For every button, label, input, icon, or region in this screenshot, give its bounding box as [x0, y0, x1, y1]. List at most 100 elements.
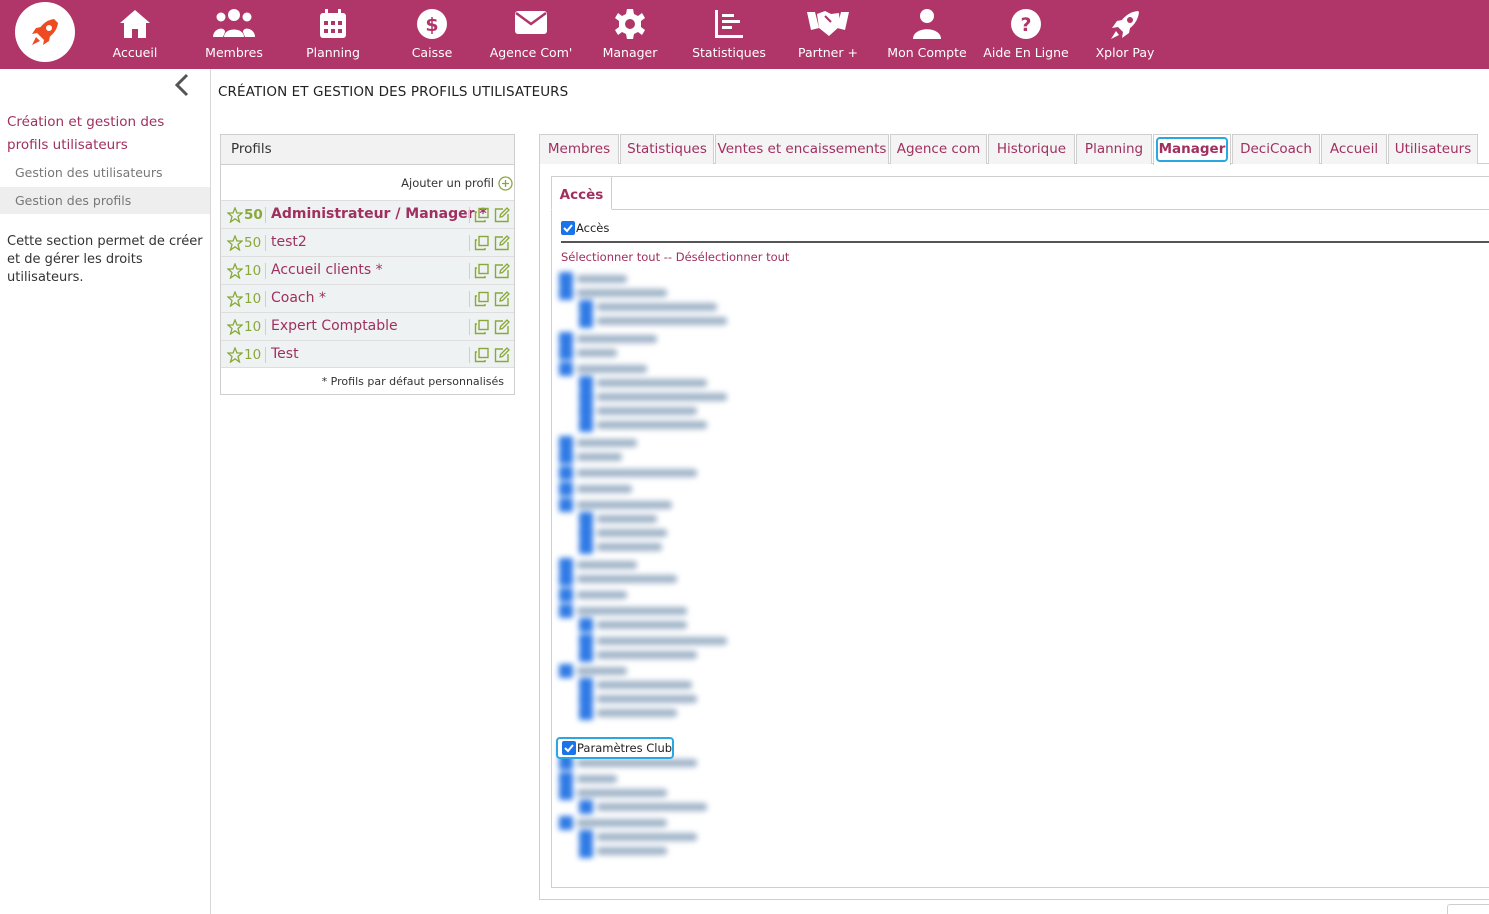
blurred-checkbox — [579, 512, 593, 526]
sidebar-item-gestion-utilisateurs[interactable]: Gestion des utilisateurs — [0, 159, 210, 186]
tab-label: Agence com — [896, 141, 981, 157]
star-icon — [227, 347, 243, 363]
tab-accueil[interactable]: Accueil — [1321, 134, 1387, 164]
edit-icon[interactable] — [494, 263, 510, 279]
star-icon — [227, 263, 243, 279]
nav-xplor-pay[interactable]: Xplor Pay — [1077, 0, 1173, 69]
nav-partner[interactable]: Partner + — [780, 0, 876, 69]
blurred-label — [577, 453, 622, 461]
selection-links: Sélectionner tout -- Désélectionner tout — [561, 250, 789, 264]
edit-icon[interactable] — [494, 291, 510, 307]
blurred-label — [577, 275, 627, 283]
nav-manager[interactable]: Manager — [582, 0, 678, 69]
blurred-checkbox — [579, 830, 593, 844]
nav-planning[interactable]: Planning — [285, 0, 381, 69]
copy-icon[interactable] — [474, 235, 490, 251]
tab-utilisateurs[interactable]: Utilisateurs — [1388, 134, 1478, 164]
acces-divider — [561, 241, 1489, 243]
profile-row[interactable]: 10 Coach * — [221, 284, 514, 312]
tab-agence-com[interactable]: Agence com — [890, 134, 987, 164]
edit-icon[interactable] — [494, 347, 510, 363]
profile-level: 10 — [244, 263, 262, 279]
nav-aide-en-ligne[interactable]: ? Aide En Ligne — [978, 0, 1074, 69]
nav-mon-compte[interactable]: Mon Compte — [879, 0, 975, 69]
nav-statistiques[interactable]: Statistiques — [681, 0, 777, 69]
add-profile-button[interactable]: Ajouter un profil — [401, 174, 514, 192]
edit-icon[interactable] — [494, 319, 510, 335]
collapse-sidebar-button[interactable] — [172, 73, 192, 97]
copy-icon[interactable] — [474, 347, 490, 363]
tab-manager[interactable]: Manager — [1153, 134, 1231, 165]
blurred-label — [577, 591, 627, 599]
sidebar-item-gestion-profils[interactable]: Gestion des profils — [0, 187, 210, 214]
dollar-icon: $ — [417, 9, 447, 39]
parametres-club-row[interactable]: Paramètres Club — [556, 737, 674, 759]
profile-row[interactable]: 50 test2 — [221, 228, 514, 256]
separator — [469, 263, 470, 279]
copy-icon[interactable] — [474, 207, 490, 223]
blurred-label — [577, 469, 697, 477]
nav-agence-com[interactable]: Agence Com' — [483, 0, 579, 69]
top-nav-bar: Accueil Membres Planning $ Caisse Agence… — [0, 0, 1489, 69]
nav-label: Manager — [602, 45, 658, 60]
copy-icon[interactable] — [474, 319, 490, 335]
tab-decicoach[interactable]: DeciCoach — [1232, 134, 1320, 164]
blurred-checkbox — [579, 706, 593, 720]
profile-name[interactable]: Coach * — [271, 290, 326, 306]
separator — [265, 263, 266, 279]
user-icon — [913, 9, 941, 39]
tab-planning[interactable]: Planning — [1076, 134, 1152, 164]
tab-historique[interactable]: Historique — [988, 134, 1075, 164]
profile-row[interactable]: 50 Administrateur / Manager * — [221, 200, 514, 228]
edit-icon[interactable] — [494, 207, 510, 223]
permissions-panel: Accès Accès Sélectionner tout -- Désélec… — [551, 176, 1489, 888]
blurred-label — [577, 607, 687, 615]
sidebar-title[interactable]: Création et gestion des profils utilisat… — [7, 111, 205, 157]
copy-icon[interactable] — [474, 263, 490, 279]
tab-label: Membres — [547, 141, 611, 157]
tab-label: DeciCoach — [1240, 141, 1312, 157]
nav-caisse[interactable]: $ Caisse — [384, 0, 480, 69]
select-all-link[interactable]: Sélectionner tout — [561, 250, 660, 264]
profile-name[interactable]: Accueil clients * — [271, 262, 383, 278]
profile-name[interactable]: test2 — [271, 234, 307, 250]
subtab-acces[interactable]: Accès — [551, 176, 612, 210]
tab-ventes-encaissements[interactable]: Ventes et encaissements — [715, 134, 889, 164]
profile-name[interactable]: Test — [271, 346, 299, 362]
tab-statistiques[interactable]: Statistiques — [620, 134, 714, 164]
tab-label: Historique — [996, 141, 1067, 157]
profile-name[interactable]: Expert Comptable — [271, 318, 398, 334]
profile-row[interactable]: 10 Test — [221, 340, 514, 368]
nav-label: Planning — [306, 45, 360, 60]
nav-accueil[interactable]: Accueil — [87, 0, 183, 69]
deselect-all-link[interactable]: Désélectionner tout — [676, 250, 790, 264]
blurred-checkbox — [559, 558, 573, 572]
blurred-label — [577, 575, 677, 583]
app-logo[interactable] — [15, 2, 75, 62]
blurred-checkbox — [559, 664, 573, 678]
users-icon — [213, 9, 255, 37]
acces-checkbox[interactable] — [561, 221, 575, 235]
nav-label: Statistiques — [692, 45, 766, 60]
separator — [265, 319, 266, 335]
profile-name[interactable]: Administrateur / Manager * — [271, 206, 487, 222]
profile-row[interactable]: 10 Expert Comptable — [221, 312, 514, 340]
blurred-checkbox — [559, 286, 573, 300]
parametres-club-checkbox[interactable] — [562, 741, 576, 755]
handshake-icon — [807, 11, 849, 36]
blurred-checkbox — [559, 332, 573, 346]
copy-icon[interactable] — [474, 291, 490, 307]
blurred-checkbox — [579, 404, 593, 418]
blurred-label — [577, 819, 667, 827]
profile-row[interactable]: 10 Accueil clients * — [221, 256, 514, 284]
tab-membres[interactable]: Membres — [539, 134, 619, 164]
nav-membres[interactable]: Membres — [186, 0, 282, 69]
blurred-checkbox — [559, 588, 573, 602]
blurred-checkbox — [559, 772, 573, 786]
blurred-checkbox — [579, 418, 593, 432]
rocket-logo-icon — [32, 19, 58, 45]
blurred-label — [577, 501, 672, 509]
subtab-divider — [612, 209, 1489, 210]
blurred-label — [597, 681, 692, 689]
edit-icon[interactable] — [494, 235, 510, 251]
